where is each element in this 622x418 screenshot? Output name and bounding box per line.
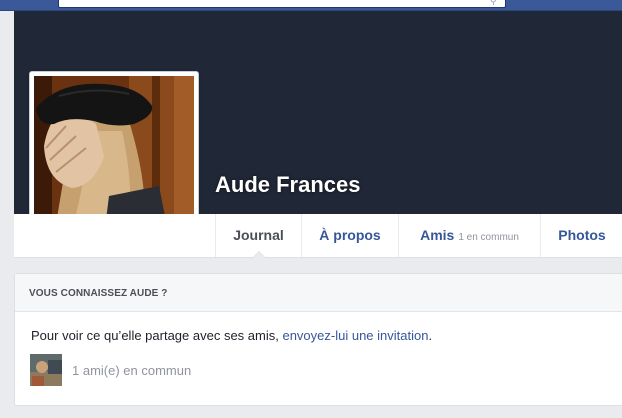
card-message: Pour voir ce qu’elle partage avec ses am… (31, 328, 432, 343)
do-you-know-card: VOUS CONNAISSEZ AUDE ? Pour voir ce qu’e… (14, 273, 622, 406)
tab-photos[interactable]: Photos (540, 214, 622, 257)
mutual-friends-count[interactable]: 1 ami(e) en commun (72, 363, 191, 378)
profile-tab-bar: Journal À propos Amis 1 en commun Photos (14, 214, 622, 258)
tab-photos-label: Photos (558, 227, 606, 243)
profile-picture[interactable] (34, 76, 194, 236)
tab-friends-count: 1 en commun (458, 232, 519, 243)
tab-about-label: À propos (319, 227, 381, 243)
active-tab-indicator (251, 251, 266, 258)
search-icon[interactable]: ⚲ (490, 0, 500, 6)
tab-friends-label: Amis (420, 227, 455, 243)
card-message-end: . (428, 328, 433, 343)
profile-name[interactable]: Aude Frances (215, 172, 361, 198)
tab-friends[interactable]: Amis 1 en commun (398, 214, 540, 257)
top-navigation-bar: ⚲ (0, 0, 622, 11)
card-header: VOUS CONNAISSEZ AUDE ? (15, 274, 622, 312)
mutual-friend-avatar[interactable] (30, 354, 62, 386)
search-input[interactable] (58, 0, 506, 8)
send-invitation-link[interactable]: envoyez-lui une invitation (282, 328, 428, 343)
profile-photo-image (34, 76, 194, 236)
card-message-text: Pour voir ce qu’elle partage avec ses am… (31, 328, 283, 343)
tab-journal-label: Journal (233, 227, 284, 243)
tab-journal[interactable]: Journal (215, 214, 301, 258)
tab-about[interactable]: À propos (301, 214, 398, 257)
mutual-friend-photo (30, 354, 62, 386)
